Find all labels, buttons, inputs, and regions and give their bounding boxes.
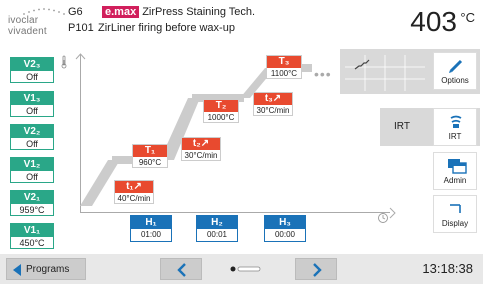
- heat-rate-t1-button[interactable]: t₁↗ 40°C/min: [114, 180, 154, 204]
- temperature-t3-button[interactable]: T₃ 1100°C: [266, 55, 302, 79]
- heat-rate-t3-button[interactable]: t₃↗ 30°C/min: [253, 92, 293, 116]
- vacuum-value: Off: [26, 72, 38, 82]
- vacuum-value: Off: [26, 106, 38, 116]
- program-id: P101: [68, 22, 94, 34]
- temperature-unit: °C: [460, 10, 475, 25]
- hold-time-value: 00:01: [206, 230, 228, 239]
- hold-time-h1-button[interactable]: H₁ 01:00: [130, 215, 172, 242]
- vacuum-label: V2₂: [11, 125, 53, 138]
- display-button[interactable]: Display: [433, 195, 477, 233]
- vacuum-value: 450°C: [19, 238, 45, 248]
- vacuum-button-v1-1[interactable]: V1₁ 450°C: [10, 223, 54, 249]
- program-title-line: G6 e.max ZirPress Staining Tech.: [68, 6, 255, 18]
- clock-icon: [378, 213, 388, 223]
- y-axis: [80, 60, 81, 213]
- logo-line2: vivadent: [8, 26, 47, 37]
- chevron-right-icon: [313, 263, 322, 277]
- pencil-icon: [449, 59, 463, 73]
- hold-time-h2-button[interactable]: H₂ 00:01: [196, 215, 238, 242]
- hold-time-h3-button[interactable]: H₃ 00:00: [264, 215, 306, 242]
- footer-bar: Programs 13:18:38: [0, 254, 483, 284]
- vacuum-label: V1₁: [11, 224, 53, 237]
- more-dots-icon: •••: [314, 66, 332, 82]
- logo-line1: ivoclar: [8, 15, 39, 26]
- temperature-value: 1100°C: [270, 69, 298, 78]
- heat-rate-label: t₃↗: [254, 93, 292, 105]
- back-arrow-icon: [13, 264, 21, 276]
- admin-icon: [448, 159, 467, 174]
- programs-label: Programs: [26, 264, 70, 275]
- temperature-label: T₁: [133, 145, 167, 157]
- heat-rate-t2-button[interactable]: t₂↗ 30°C/min: [181, 137, 221, 161]
- vacuum-label: V1₂: [11, 158, 53, 171]
- hold-time-label: H₁: [131, 216, 171, 229]
- display-icon: [450, 204, 461, 213]
- program-name-line: P101 ZirLiner firing before wax-up: [68, 22, 235, 34]
- vacuum-label: V2₃: [11, 58, 53, 71]
- admin-button[interactable]: Admin: [433, 152, 477, 190]
- irt-icon: [450, 115, 462, 128]
- heat-rate-value: 30°C/min: [256, 106, 290, 115]
- vacuum-label: V1₃: [11, 92, 53, 105]
- hold-time-value: 01:00: [140, 230, 162, 239]
- emax-badge: e.max: [102, 6, 140, 18]
- temperature-value: 960°C: [138, 158, 162, 167]
- chevron-left-icon: [177, 263, 186, 277]
- vacuum-button-v2-3[interactable]: V2₃ Off: [10, 57, 54, 83]
- options-label: Options: [441, 76, 469, 85]
- irt-button-label: IRT: [448, 132, 462, 141]
- options-button[interactable]: Options: [433, 52, 477, 90]
- irt-panel-label: IRT: [394, 121, 410, 132]
- vacuum-button-v2-1[interactable]: V2₁ 959°C: [10, 190, 54, 216]
- temperature-t1-button[interactable]: T₁ 960°C: [132, 144, 168, 168]
- vacuum-button-v2-2[interactable]: V2₂ Off: [10, 124, 54, 150]
- vacuum-value: Off: [26, 139, 38, 149]
- page-indicator: [230, 266, 261, 272]
- y-axis-arrow: [75, 53, 86, 66]
- header: ivoclar vivadent G6 e.max ZirPress Stainin…: [0, 0, 483, 44]
- vacuum-value: 959°C: [19, 205, 45, 215]
- heat-rate-value: 30°C/min: [184, 151, 218, 160]
- x-axis: [80, 212, 390, 213]
- previous-page-button[interactable]: [160, 258, 202, 280]
- temperature-t2-button[interactable]: T₂ 1000°C: [203, 99, 239, 123]
- product-title: ZirPress Staining Tech.: [142, 6, 256, 18]
- vacuum-button-v1-2[interactable]: V1₂ Off: [10, 157, 54, 183]
- hold-time-label: H₂: [197, 216, 237, 229]
- vacuum-button-v1-3[interactable]: V1₃ Off: [10, 91, 54, 117]
- heat-rate-label: t₁↗: [115, 181, 153, 193]
- irt-button[interactable]: IRT: [433, 108, 477, 146]
- temperature-value: 1000°C: [207, 113, 235, 122]
- hold-time-value: 00:00: [274, 230, 296, 239]
- clock-time: 13:18:38: [422, 261, 473, 276]
- ivoclar-vivadent-logo: ivoclar vivadent: [6, 6, 66, 40]
- temperature-label: T₃: [267, 56, 301, 68]
- vacuum-value: Off: [26, 172, 38, 182]
- thermometer-icon: [61, 55, 67, 69]
- current-temperature: 403: [410, 6, 457, 37]
- heat-rate-value: 40°C/min: [117, 194, 151, 203]
- heat-rate-label: t₂↗: [182, 138, 220, 150]
- mini-curve-icon: [345, 55, 425, 91]
- display-label: Display: [441, 219, 469, 228]
- hold-time-label: H₃: [265, 216, 305, 229]
- program-number: G6: [68, 6, 83, 18]
- temperature-label: T₂: [204, 100, 238, 112]
- admin-label: Admin: [443, 176, 467, 185]
- programs-button[interactable]: Programs: [6, 258, 86, 280]
- program-name: ZirLiner firing before wax-up: [98, 22, 235, 34]
- vacuum-label: V2₁: [11, 191, 53, 204]
- next-page-button[interactable]: [295, 258, 337, 280]
